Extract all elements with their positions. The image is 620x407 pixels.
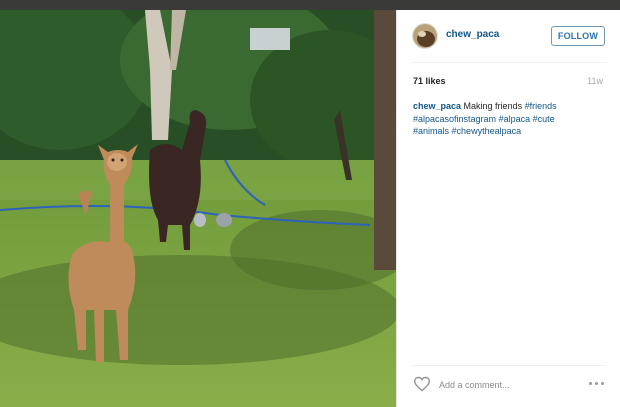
hashtag-link[interactable]: #animals	[413, 126, 449, 136]
post-time[interactable]: 11w	[587, 76, 603, 86]
caption-text: Making friends	[463, 101, 523, 111]
avatar[interactable]	[412, 23, 438, 49]
follow-button[interactable]: FOLLOW	[551, 26, 605, 46]
comment-input[interactable]	[439, 378, 579, 392]
divider	[412, 365, 606, 366]
hashtag-link[interactable]: #alpacasofinstagram	[413, 114, 496, 124]
hashtag-link[interactable]: #cute	[533, 114, 555, 124]
hashtag-link[interactable]: #alpaca	[499, 114, 531, 124]
post-sidebar: chew_paca FOLLOW 71 likes 11w chew_paca …	[396, 10, 620, 407]
more-options-icon[interactable]	[587, 376, 607, 390]
likes-count[interactable]: 71 likes	[413, 76, 446, 86]
heart-icon[interactable]	[413, 376, 431, 392]
post-photo[interactable]	[0, 10, 396, 407]
post-photo-image	[0, 10, 396, 407]
post-caption: chew_paca Making friends #friends #alpac…	[413, 100, 593, 138]
hashtag-link[interactable]: #friends	[525, 101, 557, 111]
caption-username[interactable]: chew_paca	[413, 101, 461, 111]
hashtag-link[interactable]: #chewythealpaca	[452, 126, 522, 136]
top-strip	[0, 0, 620, 10]
post-header: chew_paca FOLLOW	[397, 10, 620, 62]
username-link[interactable]: chew_paca	[446, 29, 499, 40]
divider	[412, 62, 606, 63]
